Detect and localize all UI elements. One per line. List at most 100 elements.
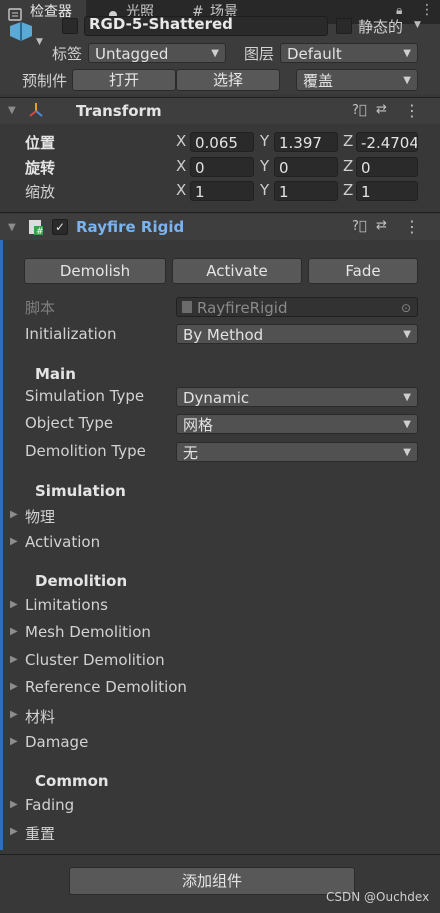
svg-text:#: # [36, 227, 44, 235]
foldout-arrow-icon: ▶ [10, 681, 18, 692]
initialization-dropdown[interactable]: By Method ▼ [176, 324, 418, 344]
foldout-arrow-icon[interactable]: ▼ [8, 222, 16, 233]
foldout-cluster-demolition[interactable]: ▶ Cluster Demolition [10, 650, 310, 672]
tag-dropdown[interactable]: Untagged ▼ [88, 43, 226, 63]
foldout-reset[interactable]: ▶ 重置 [10, 822, 310, 844]
demolition-type-value: 无 [183, 444, 199, 462]
demolition-type-label: Demolition Type [25, 442, 146, 460]
axis-x-label: X [176, 157, 187, 175]
object-type-label: Object Type [25, 414, 114, 432]
foldout-arrow-icon: ▶ [10, 799, 18, 810]
layer-value: Default [287, 45, 342, 63]
chevron-down-icon: ▼ [403, 48, 411, 59]
help-icon[interactable]: ?⃝ [352, 219, 367, 234]
axis-z-label: Z [343, 132, 354, 150]
enabled-checkbox[interactable]: ✓ [52, 219, 68, 235]
chevron-down-icon: ▼ [211, 48, 219, 59]
axis-y-label: Y [260, 181, 270, 199]
preset-icon[interactable]: ⇄ [376, 218, 387, 233]
add-component-button[interactable]: 添加组件 [69, 867, 355, 895]
foldout-label: 重置 [25, 825, 56, 843]
object-picker-icon[interactable]: ⊙ [401, 298, 411, 316]
foldout-label: 物理 [25, 508, 56, 526]
foldout-label: Cluster Demolition [25, 651, 165, 669]
demolition-type-dropdown[interactable]: 无 ▼ [176, 442, 418, 462]
foldout-label: Limitations [25, 596, 108, 614]
scale-x-field[interactable]: 1 [190, 181, 254, 201]
menu-icon[interactable]: ⋮ [420, 2, 434, 18]
component-menu-icon[interactable]: ⋮ [404, 101, 420, 120]
foldout-reference-demolition[interactable]: ▶ Reference Demolition [10, 677, 310, 699]
object-name-field[interactable]: RGD-5-Shattered [84, 16, 328, 36]
foldout-arrow-icon[interactable]: ▼ [8, 105, 16, 116]
object-name: RGD-5-Shattered [89, 16, 233, 33]
common-section-header: Common [35, 772, 109, 790]
transform-title: Transform [76, 102, 162, 120]
scale-y-field[interactable]: 1 [274, 181, 338, 201]
inspector-icon [8, 5, 22, 21]
initialization-value: By Method [183, 326, 264, 344]
scale-label: 缩放 [25, 183, 56, 201]
script-value: RayfireRigid [197, 299, 288, 317]
static-dropdown-arrow[interactable]: ▼ [414, 20, 421, 30]
foldout-arrow-icon: ▶ [10, 736, 18, 747]
component-highlight-bar [0, 240, 3, 850]
rayfire-title: Rayfire Rigid [76, 218, 185, 236]
foldout-materials[interactable]: ▶ 材料 [10, 705, 310, 727]
position-x-field[interactable]: 0.065 [190, 132, 254, 152]
simulation-type-value: Dynamic [183, 389, 250, 407]
simulation-type-label: Simulation Type [25, 387, 145, 405]
chevron-down-icon: ▼ [403, 75, 411, 86]
icon-dropdown-arrow[interactable]: ▼ [36, 37, 43, 47]
activate-button[interactable]: Activate [172, 258, 302, 284]
rotation-label: 旋转 [25, 159, 56, 177]
scale-z-field[interactable]: 1 [356, 181, 418, 201]
foldout-limitations[interactable]: ▶ Limitations [10, 595, 310, 617]
foldout-arrow-icon: ▶ [10, 599, 18, 610]
foldout-physics[interactable]: ▶ 物理 [10, 505, 310, 527]
transform-icon [28, 102, 44, 118]
demolish-button[interactable]: Demolish [24, 258, 166, 284]
rotation-x-field[interactable]: 0 [190, 157, 254, 177]
component-menu-icon[interactable]: ⋮ [404, 217, 420, 236]
axis-x-label: X [176, 181, 187, 199]
help-icon[interactable]: ?⃝ [352, 103, 367, 118]
simulation-type-dropdown[interactable]: Dynamic ▼ [176, 387, 418, 407]
chevron-down-icon: ▼ [403, 447, 411, 458]
foldout-activation[interactable]: ▶ Activation [10, 532, 310, 554]
foldout-label: Reference Demolition [25, 678, 187, 696]
static-checkbox[interactable] [336, 18, 352, 34]
axis-x-label: X [176, 132, 187, 150]
prefab-select-button[interactable]: 选择 [176, 69, 280, 91]
object-type-dropdown[interactable]: 网格 ▼ [176, 414, 418, 434]
position-y-field[interactable]: 1.397 [274, 132, 338, 152]
script-icon: # [28, 219, 44, 237]
layer-dropdown[interactable]: Default ▼ [280, 43, 418, 63]
prefab-override-dropdown[interactable]: 覆盖 ▼ [296, 69, 418, 91]
axis-z-label: Z [343, 181, 354, 199]
layer-label: 图层 [244, 45, 275, 63]
foldout-mesh-demolition[interactable]: ▶ Mesh Demolition [10, 622, 310, 644]
prefab-open-button[interactable]: 打开 [72, 69, 176, 91]
main-section-header: Main [35, 365, 76, 383]
foldout-fading[interactable]: ▶ Fading [10, 795, 310, 817]
static-label: 静态的 [358, 18, 404, 36]
chevron-down-icon: ▼ [403, 419, 411, 430]
watermark: CSDN @Ouchdex [326, 890, 430, 904]
fade-button[interactable]: Fade [308, 258, 418, 284]
position-z-field[interactable]: -2.4704 [356, 132, 418, 152]
rayfire-rigid-header[interactable]: ▼ # ✓ Rayfire Rigid ?⃝ ⇄ ⋮ [0, 214, 440, 240]
chevron-down-icon: ▼ [403, 392, 411, 403]
rotation-y-field[interactable]: 0 [274, 157, 338, 177]
axis-z-label: Z [343, 157, 354, 175]
foldout-damage[interactable]: ▶ Damage [10, 732, 310, 754]
initialization-label: Initialization [25, 325, 117, 343]
rotation-z-field[interactable]: 0 [356, 157, 418, 177]
preset-icon[interactable]: ⇄ [376, 102, 387, 117]
active-checkbox[interactable] [62, 18, 78, 34]
divider [0, 212, 440, 213]
tag-label: 标签 [52, 45, 83, 63]
prefab-label: 预制件 [22, 72, 68, 90]
foldout-label: 材料 [25, 708, 56, 726]
transform-header[interactable]: ▼ Transform ?⃝ ⇄ ⋮ [0, 98, 440, 124]
